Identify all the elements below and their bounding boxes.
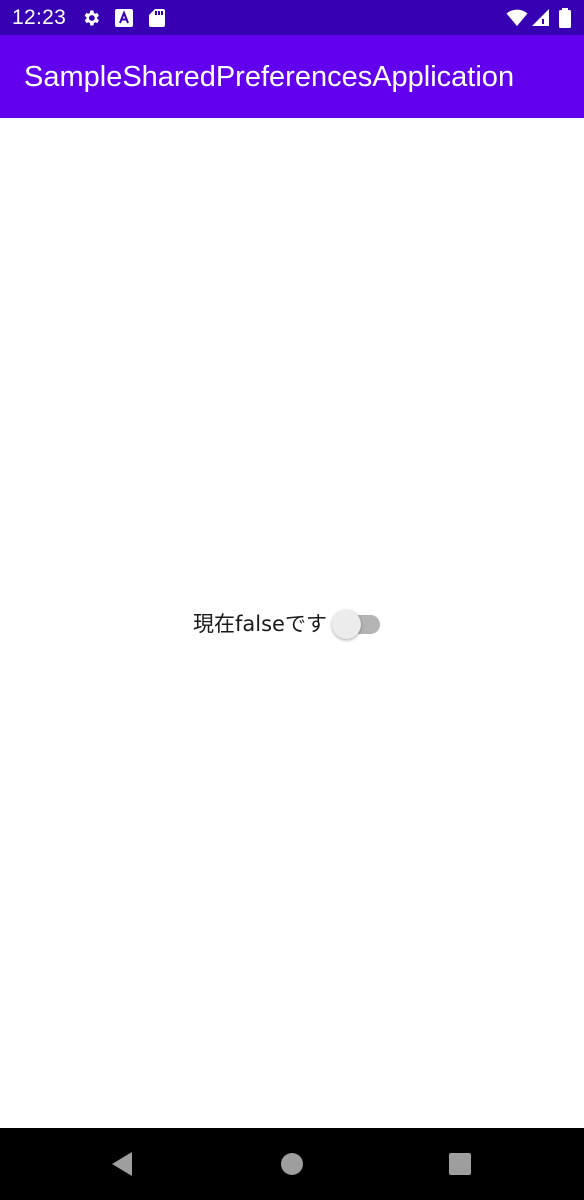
app-title: SampleSharedPreferencesApplication [24, 61, 515, 93]
signal-icon [531, 8, 551, 28]
preference-switch-row[interactable]: 現在falseです [193, 605, 382, 643]
gear-icon [81, 8, 101, 28]
status-bar: 12:23 [0, 0, 584, 35]
home-icon[interactable] [278, 1150, 306, 1178]
wifi-icon [506, 8, 528, 28]
switch-thumb [331, 610, 361, 639]
switch-label: 現在falseです [193, 612, 327, 636]
app-bar: SampleSharedPreferencesApplication [0, 35, 584, 118]
status-time: 12:23 [12, 6, 67, 29]
navigation-bar [0, 1128, 584, 1200]
back-icon[interactable] [108, 1150, 136, 1178]
recents-icon[interactable] [446, 1150, 474, 1178]
battery-icon [558, 8, 572, 28]
a-square-icon [114, 8, 134, 28]
preference-toggle-switch[interactable] [331, 605, 382, 643]
sd-card-icon [147, 8, 167, 28]
